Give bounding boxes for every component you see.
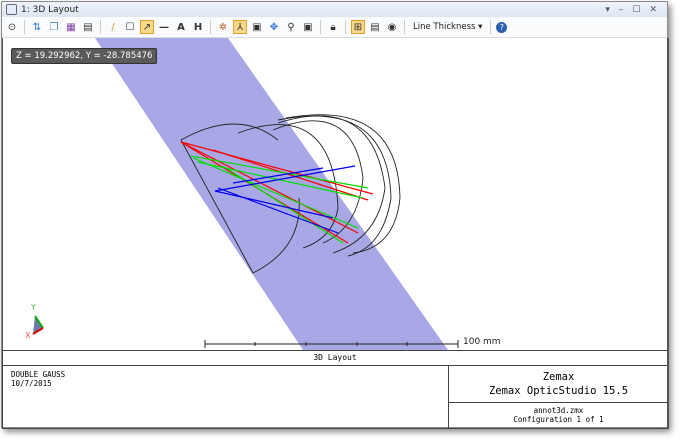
- window-title: 1: 3D Layout: [21, 4, 79, 15]
- copy-icon[interactable]: ❐: [47, 20, 61, 34]
- rotate-icon[interactable]: ✲: [216, 20, 230, 34]
- axis-y-label: Y: [30, 303, 36, 312]
- arrow-icon[interactable]: ↗: [140, 20, 154, 34]
- lock-icon[interactable]: 🔒︎: [326, 20, 340, 34]
- layout-icon[interactable]: ⊞: [351, 20, 365, 34]
- plot-canvas[interactable]: Y X Z = 19.292962, Y = -28.785476 100 mm: [2, 38, 669, 350]
- plot-title: 3D Layout: [3, 351, 667, 366]
- cursor-coordinate-readout: Z = 19.292962, Y = -28.785476: [11, 48, 158, 64]
- layout-window: 1: 3D Layout ▾ – ☐ ✕ ⊙ ⇅ ❐ ▦ ▤ / ☐ ↗ — A…: [1, 1, 669, 429]
- product: Zemax OpticStudio 15.5: [488, 385, 629, 397]
- company: Zemax: [542, 371, 575, 383]
- timer-icon[interactable]: ◉: [385, 20, 399, 34]
- maximize-button[interactable]: ☐: [632, 5, 640, 15]
- window-icon[interactable]: ▤: [368, 20, 382, 34]
- axis-triad: Y X: [25, 303, 44, 340]
- plot-footer: 3D Layout DOUBLE GAUSS 10/7/2015 Zemax Z…: [2, 350, 669, 429]
- lens-name: DOUBLE GAUSS: [11, 370, 66, 379]
- zoom-icon[interactable]: ⚲: [284, 20, 298, 34]
- print-icon[interactable]: ▤: [81, 20, 95, 34]
- beam-band: [95, 38, 448, 350]
- reset-view-icon[interactable]: ▣: [301, 20, 315, 34]
- layout-drawing: Y X: [25, 38, 459, 350]
- minimize-button[interactable]: –: [619, 5, 624, 15]
- scale-label: 100 mm: [463, 337, 501, 347]
- pan-icon[interactable]: ✥: [267, 20, 281, 34]
- dropdown-button[interactable]: ▾: [605, 5, 610, 15]
- save-icon[interactable]: ▦: [64, 20, 78, 34]
- fit-icon[interactable]: ▣: [250, 20, 264, 34]
- dimension-icon[interactable]: H: [191, 20, 205, 34]
- configuration: Configuration 1 of 1: [513, 415, 604, 424]
- title-bar: 1: 3D Layout ▾ – ☐ ✕: [2, 2, 667, 17]
- text-icon[interactable]: A: [174, 20, 188, 34]
- toolbar: ⊙ ⇅ ❐ ▦ ▤ / ☐ ↗ — A H ✲ ⅄ ▣ ✥ ⚲ ▣ 🔒︎ ⊞ ▤…: [2, 17, 667, 38]
- file-name: annot3d.zmx: [533, 406, 584, 415]
- rectangle-icon[interactable]: ☐: [123, 20, 137, 34]
- axis-x-label: X: [25, 331, 31, 340]
- date: 10/7/2015: [11, 379, 52, 388]
- line-thickness-dropdown[interactable]: Line Thickness ▾: [410, 22, 485, 32]
- help-icon[interactable]: ?: [496, 21, 508, 33]
- pencil-icon[interactable]: /: [106, 20, 120, 34]
- refresh-icon[interactable]: ⇅: [30, 20, 44, 34]
- settings-chevron-icon[interactable]: ⊙: [5, 20, 19, 34]
- close-button[interactable]: ✕: [649, 5, 657, 15]
- window-icon: [6, 4, 17, 15]
- line-icon[interactable]: —: [157, 20, 171, 34]
- axes-icon[interactable]: ⅄: [233, 20, 247, 34]
